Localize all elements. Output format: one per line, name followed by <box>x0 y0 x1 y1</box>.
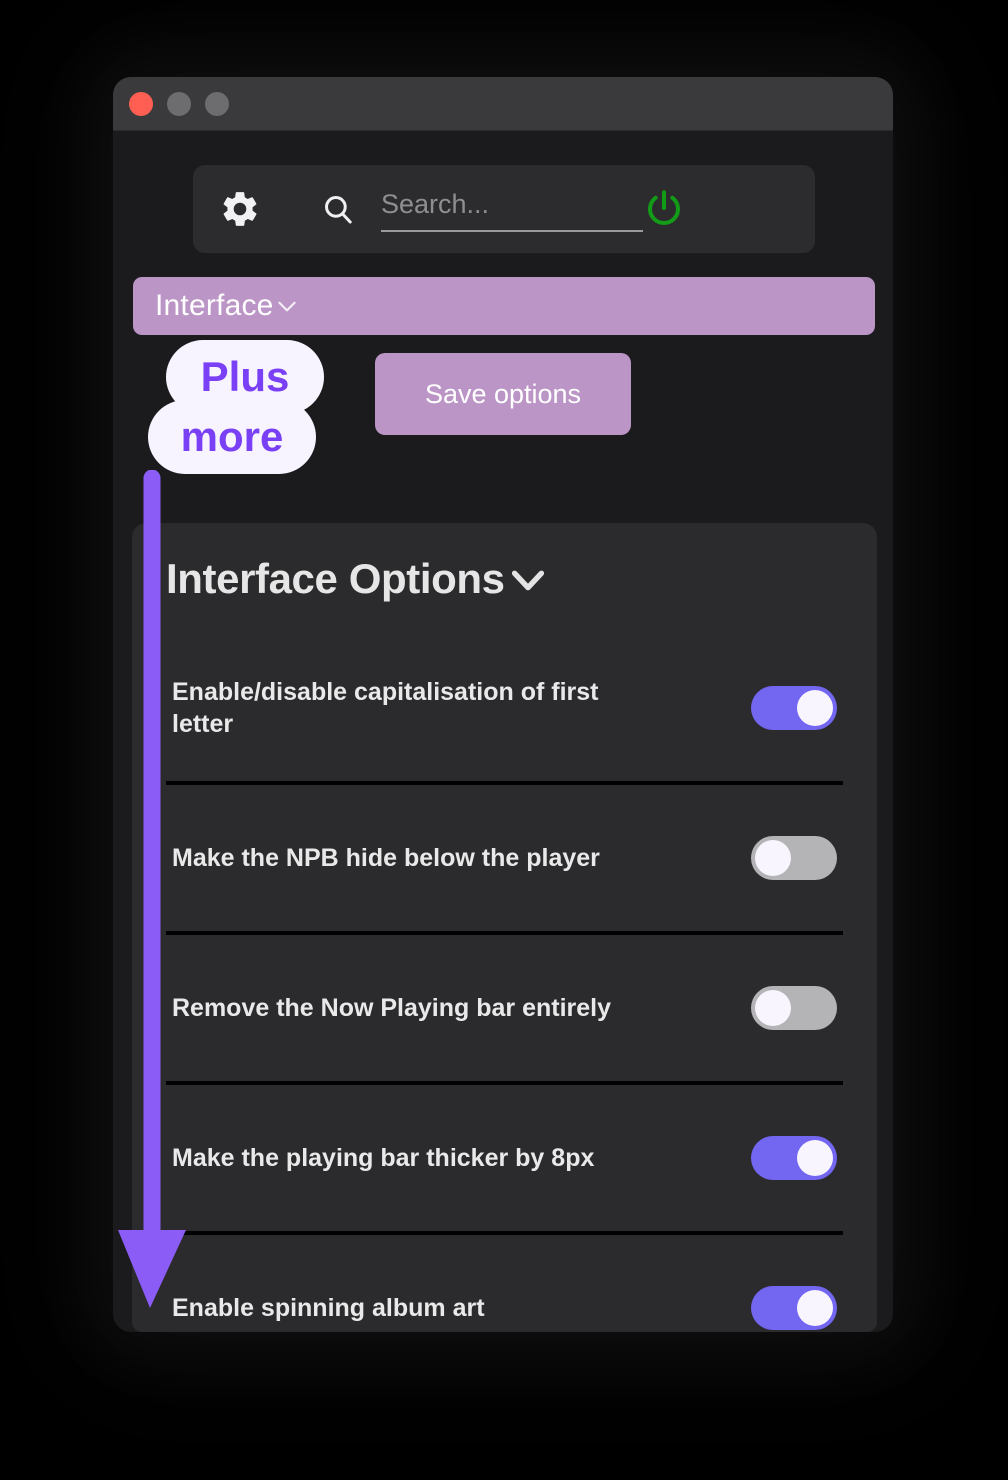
option-label: Make the playing bar thicker by 8px <box>172 1144 595 1172</box>
section-dropdown[interactable]: Interface <box>133 277 875 335</box>
section-dropdown-value: Interface <box>155 289 274 322</box>
option-toggle[interactable] <box>751 1136 837 1180</box>
toggle-knob <box>755 840 791 876</box>
search-icon[interactable] <box>261 192 355 226</box>
gear-icon[interactable] <box>219 188 261 230</box>
option-row: Make the playing bar thicker by 8px <box>166 1085 843 1235</box>
option-label: Enable/disable capitalisation of first l… <box>172 678 599 738</box>
option-row: Enable/disable capitalisation of first l… <box>166 635 843 785</box>
option-toggle[interactable] <box>751 836 837 880</box>
option-label: Remove the Now Playing bar entirely <box>172 994 612 1022</box>
minimize-button-icon[interactable] <box>167 91 191 116</box>
toggle-knob <box>755 990 791 1026</box>
option-label: Make the NPB hide below the player <box>172 844 600 872</box>
option-toggle[interactable] <box>751 1286 837 1330</box>
interface-options-panel: Interface Options Enable/disable capital… <box>132 523 877 1332</box>
option-toggle[interactable] <box>751 986 837 1030</box>
toggle-knob <box>797 690 833 726</box>
search-toolbar <box>193 165 815 253</box>
window-titlebar <box>113 77 893 131</box>
app-window: Interface Save options Interface Options <box>113 77 893 1332</box>
power-icon[interactable] <box>643 188 685 230</box>
option-list: Enable/disable capitalisation of first l… <box>166 635 843 1332</box>
save-options-button[interactable]: Save options <box>375 353 631 435</box>
window-body: Interface Save options Interface Options <box>113 131 893 1332</box>
option-row: Make the NPB hide below the player <box>166 785 843 935</box>
chevron-down-icon <box>274 293 300 319</box>
panel-title: Interface Options <box>166 555 505 602</box>
panel-header[interactable]: Interface Options <box>166 523 843 635</box>
chevron-down-icon[interactable] <box>505 556 551 602</box>
maximize-button-icon[interactable] <box>205 91 229 116</box>
search-input[interactable] <box>381 186 643 232</box>
screen: Interface Save options Interface Options <box>0 0 1008 1480</box>
toggle-knob <box>797 1290 833 1326</box>
close-button-icon[interactable] <box>129 91 153 116</box>
toggle-knob <box>797 1140 833 1176</box>
option-label: Enable spinning album art <box>172 1294 485 1322</box>
option-row: Remove the Now Playing bar entirely <box>166 935 843 1085</box>
option-toggle[interactable] <box>751 686 837 730</box>
option-row: Enable spinning album art <box>166 1235 843 1332</box>
search-field-wrapper <box>381 186 643 232</box>
